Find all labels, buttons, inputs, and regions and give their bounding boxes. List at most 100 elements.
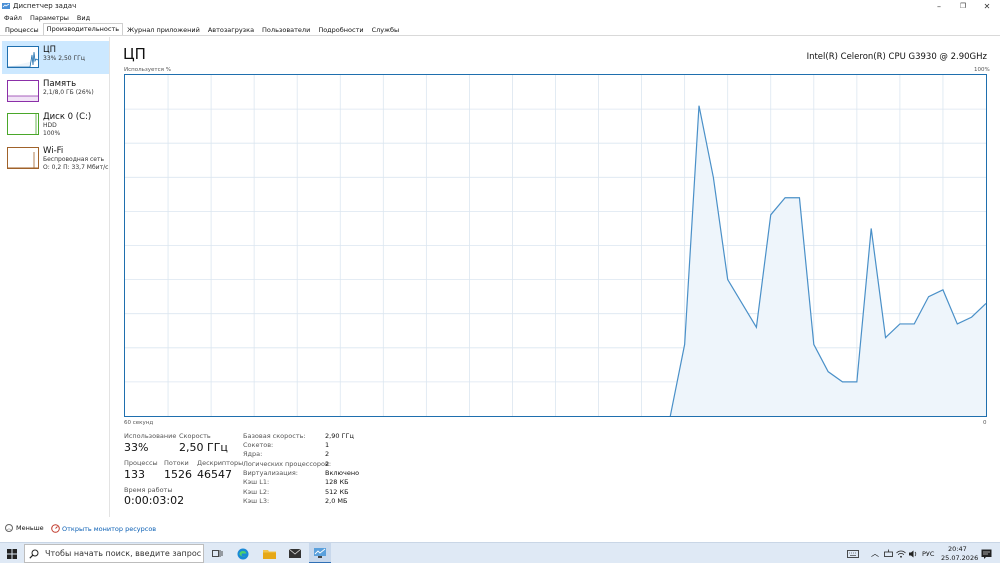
- chevron-up-icon: ︿: [5, 524, 13, 532]
- cpu-model: Intel(R) Celeron(R) CPU G3930 @ 2.90GHz: [806, 52, 987, 62]
- tab-details[interactable]: Подробности: [314, 24, 367, 35]
- edge-browser-icon: [237, 548, 249, 559]
- restore-icon: ❐: [959, 2, 967, 10]
- detail-label: Кэш L3:: [243, 497, 270, 505]
- sidebar-memory-sub: 2,1/8,0 ГБ (26%): [43, 89, 94, 96]
- taskbar: Чтобы начать поиск, введите запрос ︿ РУС…: [0, 542, 1000, 563]
- sidebar-wifi-type: Беспроводная сеть: [43, 156, 105, 163]
- sidebar-item-disk[interactable]: Диск 0 (C:) HDD 100%: [2, 108, 109, 141]
- handles-label: Дескрипторы: [197, 459, 244, 467]
- task-manager-icon: [2, 3, 10, 9]
- chevron-up-icon: ︿: [871, 549, 879, 558]
- detail-value: 2,0 МБ: [325, 497, 348, 505]
- task-view-icon: [211, 550, 222, 557]
- sidebar-disk-name: Диск 0 (C:): [43, 112, 92, 122]
- speed-value: 2,50 ГГц: [179, 441, 228, 454]
- folder-icon: [262, 549, 276, 559]
- tab-users[interactable]: Пользователи: [258, 24, 314, 35]
- keyboard-icon: [847, 549, 859, 558]
- tab-performance[interactable]: Производительность: [42, 23, 124, 35]
- performance-sidebar: ЦП 33% 2,50 ГГц Память 2,1/8,0 ГБ (26%) …: [0, 37, 110, 517]
- keyboard-tray-button[interactable]: [845, 543, 861, 563]
- minimize-button[interactable]: –: [928, 0, 950, 12]
- sidebar-disk-type: HDD: [43, 122, 57, 129]
- fewer-details-button[interactable]: ︿ Меньше: [5, 524, 44, 532]
- taskbar-search-box[interactable]: Чтобы начать поиск, введите запрос: [24, 544, 204, 563]
- zero-axis-label: 0: [983, 420, 987, 426]
- sidebar-item-cpu[interactable]: ЦП 33% 2,50 ГГц: [2, 41, 109, 74]
- input-language[interactable]: РУС: [922, 550, 934, 558]
- wifi-tray-button[interactable]: [895, 543, 907, 563]
- handles-value: 46547: [197, 468, 232, 481]
- menu-bar: Файл Параметры Вид: [0, 12, 98, 23]
- wifi-thumbnail: [7, 147, 39, 169]
- detail-label: Логических процессоров:: [243, 460, 332, 468]
- cpu-usage-area: [670, 105, 986, 416]
- sidebar-wifi-name: Wi-Fi: [43, 146, 64, 156]
- detail-label: Виртуализация:: [243, 469, 298, 477]
- processes-value: 133: [124, 468, 145, 481]
- resource-monitor-label: Открыть монитор ресурсов: [62, 524, 157, 533]
- usage-value: 33%: [124, 441, 149, 454]
- uptime-label: Время работы: [124, 486, 173, 494]
- volume-icon: [909, 550, 917, 557]
- uptime-value: 0:00:03:02: [124, 494, 185, 507]
- network-tray-button[interactable]: [882, 543, 894, 563]
- edge-taskbar-button[interactable]: [234, 543, 252, 563]
- sidebar-cpu-sub: 33% 2,50 ГГц: [43, 55, 85, 62]
- menu-file[interactable]: Файл: [4, 14, 22, 22]
- max-axis-label: 100%: [974, 67, 990, 73]
- notification-icon: [981, 549, 991, 559]
- detail-label: Сокетов:: [243, 441, 274, 449]
- task-manager-taskbar-button[interactable]: [309, 543, 331, 563]
- explorer-taskbar-button[interactable]: [260, 543, 278, 563]
- detail-label: Кэш L1:: [243, 478, 270, 486]
- processes-label: Процессы: [124, 459, 158, 467]
- close-icon: ✕: [983, 1, 991, 11]
- detail-label: Базовая скорость:: [243, 432, 306, 440]
- cpu-chart-svg: [125, 75, 986, 416]
- threads-value: 1526: [164, 468, 192, 481]
- window-title: Диспетчер задач: [13, 2, 77, 10]
- notifications-button[interactable]: [978, 543, 994, 563]
- detail-value: 2,90 ГГц: [325, 432, 354, 440]
- task-manager-icon: [314, 547, 326, 558]
- clock-date[interactable]: 25.07.2026: [941, 554, 978, 562]
- sidebar-wifi-speed: О: 0,2 П: 33,7 Мбит/с: [43, 163, 109, 171]
- title-bar: Диспетчер задач: [0, 0, 1000, 12]
- menu-view[interactable]: Вид: [77, 14, 90, 22]
- detail-value: 128 КБ: [325, 478, 349, 486]
- sidebar-item-memory[interactable]: Память 2,1/8,0 ГБ (26%): [2, 75, 109, 108]
- tab-startup[interactable]: Автозагрузка: [204, 24, 258, 35]
- page-title: ЦП: [123, 45, 146, 63]
- time-axis-label: 60 секунд: [124, 420, 154, 426]
- task-view-button[interactable]: [208, 543, 226, 563]
- tab-services[interactable]: Службы: [368, 24, 404, 35]
- menu-options[interactable]: Параметры: [30, 14, 69, 22]
- start-button[interactable]: [4, 543, 20, 563]
- mail-icon: [289, 549, 301, 558]
- tab-processes[interactable]: Процессы: [1, 24, 43, 35]
- speed-label: Скорость: [179, 432, 211, 440]
- sidebar-memory-name: Память: [43, 79, 77, 89]
- open-resource-monitor-link[interactable]: Открыть монитор ресурсов: [51, 524, 156, 533]
- clock-time[interactable]: 20:47: [948, 545, 967, 553]
- mail-taskbar-button[interactable]: [286, 543, 304, 563]
- usage-label: Использование: [124, 432, 177, 440]
- cpu-usage-graph: [124, 74, 987, 417]
- wifi-icon: [896, 550, 906, 558]
- tab-app-history[interactable]: Журнал приложений: [123, 24, 204, 35]
- windows-logo-icon: [7, 548, 17, 559]
- sidebar-item-wifi[interactable]: Wi-Fi Беспроводная сеть О: 0,2 П: 33,7 М…: [2, 142, 109, 175]
- detail-value: 512 КБ: [325, 488, 349, 496]
- maximize-button[interactable]: ❐: [952, 0, 974, 12]
- resource-monitor-icon: [51, 524, 60, 533]
- search-placeholder: Чтобы начать поиск, введите запрос: [45, 549, 202, 558]
- disk-thumbnail: [7, 113, 39, 135]
- close-button[interactable]: ✕: [976, 0, 998, 12]
- detail-value: Включено: [325, 469, 360, 477]
- network-icon: [883, 549, 893, 557]
- tab-bar: Процессы Производительность Журнал прило…: [0, 23, 1000, 36]
- volume-tray-button[interactable]: [908, 543, 920, 563]
- show-hidden-icons-button[interactable]: ︿: [869, 543, 881, 563]
